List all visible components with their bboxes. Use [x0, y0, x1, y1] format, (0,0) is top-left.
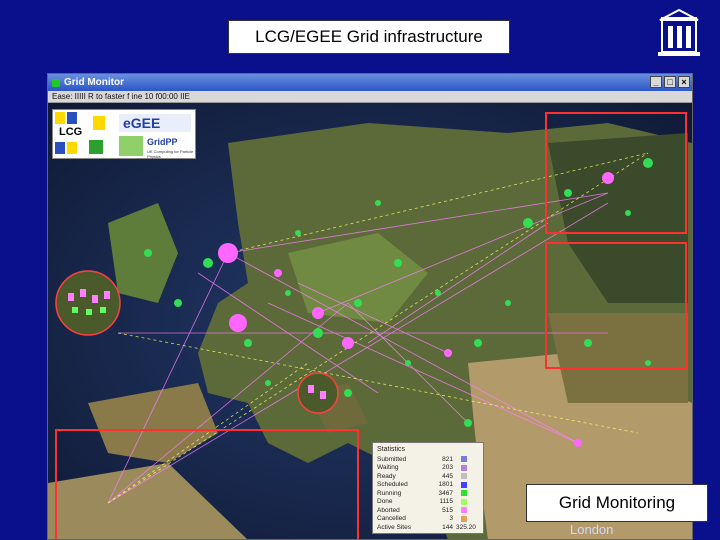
stat-value: 821 — [442, 455, 453, 463]
close-button[interactable]: × — [678, 76, 690, 88]
stat-label: Waiting — [377, 464, 399, 472]
stat-label: Done — [377, 498, 393, 506]
grid-monitor-window: Grid Monitor _ □ × Ease: IIIII R to fast… — [47, 73, 693, 540]
gridpp-logo-text: GridPP — [147, 137, 178, 147]
slide-footer: London — [570, 522, 614, 537]
stat-row: Ready 445 — [377, 472, 479, 481]
stat-label: Scheduled — [377, 481, 408, 489]
maximize-button[interactable]: □ — [664, 76, 676, 88]
window-titlebar[interactable]: Grid Monitor _ □ × — [48, 74, 692, 91]
minimize-button[interactable]: _ — [650, 76, 662, 88]
stat-label: Cancelled — [377, 515, 406, 523]
menu-bar[interactable]: Ease: IIIII R to faster f ine 10 f00:00 … — [48, 91, 692, 103]
slide-title: LCG/EGEE Grid infrastructure — [228, 20, 510, 54]
stat-value: 515 — [442, 506, 453, 514]
europe-map-canvas[interactable] — [48, 103, 692, 539]
stat-swatch — [461, 481, 467, 488]
stat-row: Submitted 821 — [377, 455, 479, 464]
stat-row: Cancelled 3 — [377, 515, 479, 524]
slide-caption: Grid Monitoring — [526, 484, 708, 522]
stat-row: Waiting 203 — [377, 464, 479, 473]
window-title: Grid Monitor — [64, 77, 124, 88]
menu-text: Ease: IIIII R to faster f ine 10 f00:00 … — [52, 92, 190, 101]
stat-swatch — [461, 464, 467, 471]
stat-value: 445 — [442, 472, 453, 480]
stat-swatch — [461, 498, 467, 505]
stat-swatch — [461, 507, 467, 514]
partner-logos: LCG eGEE GridPP UK Computing for Particl… — [52, 109, 196, 159]
stat-value: 1801 — [438, 481, 453, 489]
stat-row: Done 1115 — [377, 498, 479, 507]
stat-swatch — [461, 456, 467, 463]
stat-label: Submitted — [377, 455, 407, 463]
stat-label: Running — [377, 489, 402, 497]
stat-value: 203 — [442, 464, 453, 472]
stat-row: Running 3467 — [377, 489, 479, 498]
stat-swatch — [461, 473, 467, 480]
stat-value: 1115 — [439, 498, 454, 506]
stat-label: Aborted — [377, 506, 400, 514]
grid-monitor-icon — [52, 78, 60, 87]
stat-row: Active Sites 144 325.20 — [377, 523, 479, 532]
statistics-title: Statistics — [377, 446, 406, 453]
stat-row: Scheduled 1801 — [377, 481, 479, 490]
statistics-panel: Statistics Submitted 821 Waiting 203 Rea… — [372, 442, 484, 534]
stat-value: 144 — [442, 523, 453, 531]
lcg-logo-text: LCG — [59, 126, 83, 138]
gridpp-tagline: UK Computing for Particle Physics — [147, 149, 194, 159]
stat-swatch — [461, 490, 467, 497]
stat-extra: 325.20 — [456, 523, 476, 531]
stat-label: Ready — [377, 472, 396, 480]
institution-logo-icon — [648, 8, 710, 60]
stat-row: Aborted 515 — [377, 506, 479, 515]
stat-value: 3 — [449, 515, 453, 523]
stat-value: 3467 — [438, 489, 453, 497]
egee-logo-text: eGEE — [123, 115, 161, 131]
stat-swatch — [461, 515, 467, 522]
stat-label: Active Sites — [377, 523, 411, 531]
